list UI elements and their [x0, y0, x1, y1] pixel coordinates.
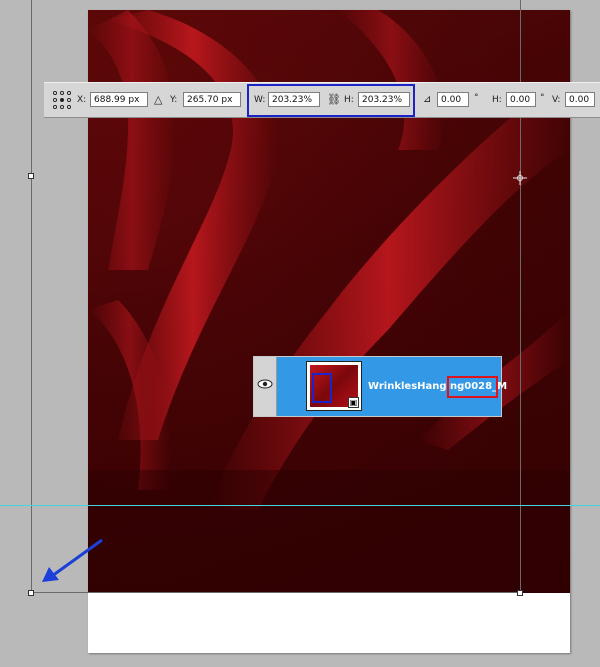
center-crosshair-icon[interactable] [513, 170, 527, 185]
rotation-field[interactable]: 0.00 [437, 92, 469, 107]
transform-handle-bottom-left[interactable] [28, 590, 34, 596]
reference-point-grid-icon[interactable] [53, 91, 71, 109]
smart-object-icon: ▣ [348, 397, 359, 408]
annotation-arrow-icon [42, 538, 103, 582]
visibility-toggle[interactable] [254, 357, 277, 416]
transform-handle-left-middle[interactable] [28, 173, 34, 179]
x-label: X: [77, 95, 87, 105]
guide-line [0, 505, 600, 506]
rotate-angle-icon: ⊿ [423, 94, 432, 105]
transform-handle-bottom-middle[interactable] [517, 590, 523, 596]
y-label: Y: [170, 95, 178, 105]
layer-thumbnail: ▣ [306, 361, 362, 411]
degree-sign: ° [474, 93, 479, 103]
horizontal-skew-field[interactable]: 0.00 [506, 92, 536, 107]
x-position-field[interactable]: 688.99 px [90, 92, 148, 107]
vertical-skew-label: V: [552, 95, 561, 105]
eye-icon [257, 379, 273, 389]
wh-highlight-box [247, 84, 415, 117]
horizontal-skew-label: H: [492, 95, 502, 105]
y-position-field[interactable]: 265.70 px [183, 92, 241, 107]
degree-sign-h: ° [540, 93, 545, 103]
vertical-skew-field[interactable]: 0.00 [565, 92, 595, 107]
delta-triangle-icon[interactable]: △ [154, 92, 162, 108]
layer-name-highlight-box [447, 376, 498, 398]
thumbnail-highlight-box [312, 373, 332, 403]
